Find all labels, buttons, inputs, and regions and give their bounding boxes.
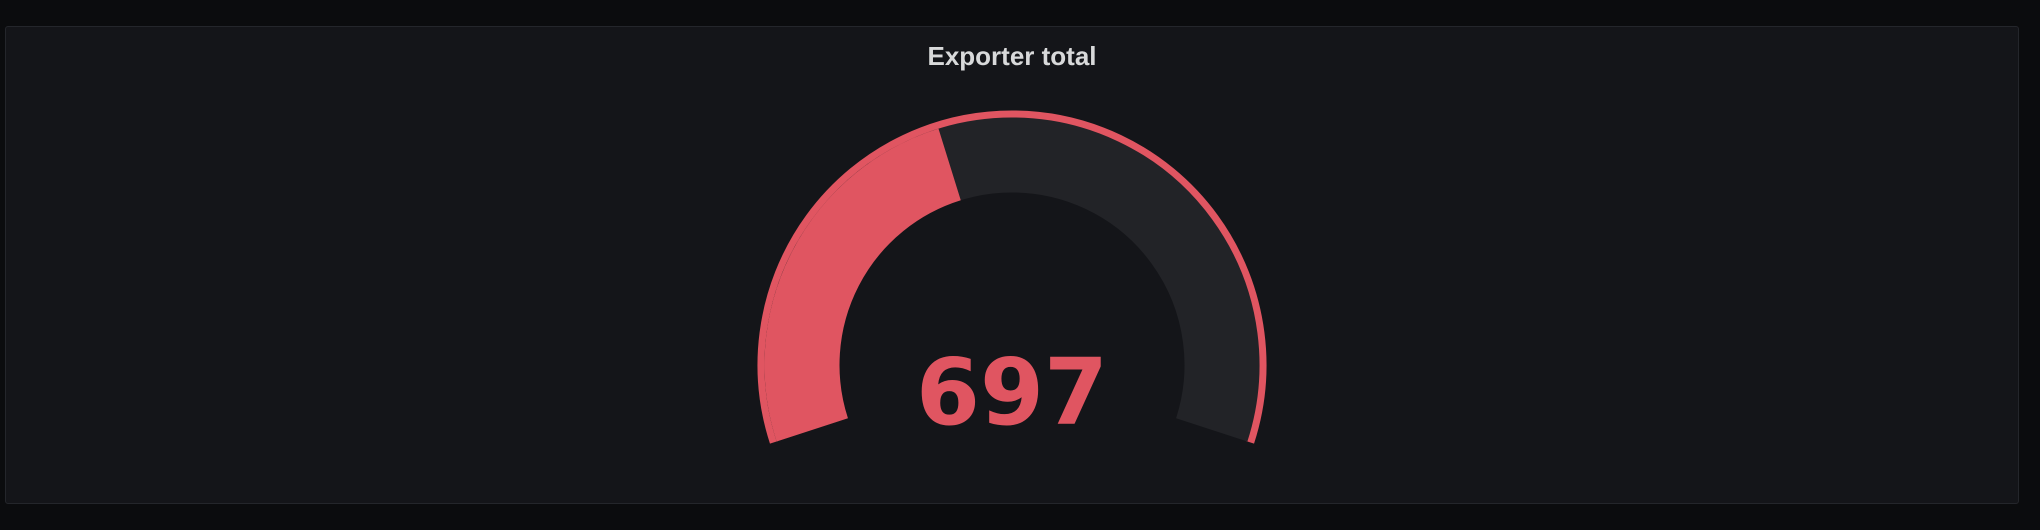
gauge: 697 (757, 110, 1267, 446)
gauge-value: 697 (916, 339, 1108, 446)
